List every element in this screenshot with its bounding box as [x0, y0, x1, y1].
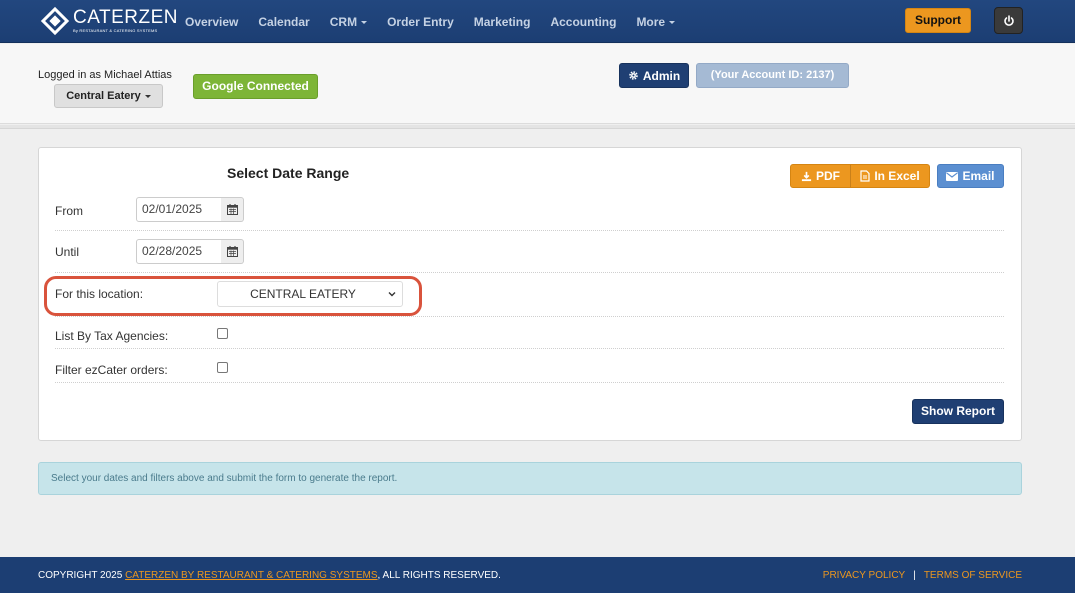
admin-button[interactable]: Admin — [619, 63, 689, 88]
location-switcher-dropdown[interactable]: Central Eatery — [54, 84, 163, 108]
chevron-down-icon — [388, 292, 396, 297]
top-navbar: CATERZEN By RESTAURANT & CATERING SYSTEM… — [0, 0, 1075, 43]
ezcater-filter-label: Filter ezCater orders: — [55, 363, 168, 377]
account-id-badge: (Your Account ID: 2137) — [696, 63, 849, 88]
footer: COPYRIGHT 2025 CATERZEN BY RESTAURANT & … — [0, 557, 1075, 593]
caret-down-icon — [669, 20, 676, 24]
main-nav: Overview Calendar CRM Order Entry Market… — [175, 0, 685, 43]
nav-crm[interactable]: CRM — [330, 15, 368, 29]
nav-overview[interactable]: Overview — [185, 15, 238, 29]
tax-agencies-checkbox[interactable] — [217, 328, 228, 339]
terms-of-service-link[interactable]: TERMS OF SERVICE — [924, 570, 1022, 581]
panel-title: Select Date Range — [227, 165, 350, 181]
caret-down-icon — [361, 20, 368, 24]
tax-agencies-label: List By Tax Agencies: — [55, 329, 169, 343]
privacy-policy-link[interactable]: PRIVACY POLICY — [823, 570, 905, 581]
row-divider — [55, 348, 1004, 349]
nav-calendar[interactable]: Calendar — [258, 15, 309, 29]
download-icon — [801, 171, 812, 181]
calendar-icon — [226, 204, 238, 215]
until-date-input[interactable]: 02/28/2025 — [136, 239, 222, 264]
row-divider — [55, 316, 1004, 317]
from-date-input[interactable]: 02/01/2025 — [136, 197, 222, 222]
caret-down-icon — [144, 94, 151, 98]
support-button[interactable]: Support — [905, 8, 971, 33]
row-divider — [55, 230, 1004, 231]
until-label: Until — [55, 245, 80, 259]
row-divider — [55, 382, 1004, 383]
brand-tagline: By RESTAURANT & CATERING SYSTEMS — [73, 28, 158, 33]
location-label: For this location: — [55, 287, 144, 301]
until-calendar-button[interactable] — [221, 239, 244, 264]
file-icon — [860, 170, 870, 182]
envelope-icon — [946, 171, 959, 181]
show-report-button[interactable]: Show Report — [912, 399, 1004, 424]
email-report-button[interactable]: Email — [937, 164, 1004, 188]
footer-company-link[interactable]: CATERZEN BY RESTAURANT & CATERING SYSTEM… — [125, 570, 377, 581]
nav-marketing[interactable]: Marketing — [474, 15, 531, 29]
location-select[interactable]: CENTRAL EATERY — [217, 281, 403, 307]
row-divider — [55, 272, 1004, 273]
logged-in-text: Logged in as Michael Attias — [38, 69, 172, 81]
excel-export-button[interactable]: In Excel — [850, 164, 930, 188]
from-calendar-button[interactable] — [221, 197, 244, 222]
ezcater-filter-checkbox[interactable] — [217, 362, 228, 373]
gear-icon — [629, 71, 638, 80]
caterzen-logo-icon — [40, 6, 70, 36]
nav-accounting[interactable]: Accounting — [550, 15, 616, 29]
nav-more[interactable]: More — [636, 15, 676, 29]
caterzen-logo[interactable]: CATERZEN By RESTAURANT & CATERING SYSTEM… — [40, 6, 178, 36]
power-icon — [1003, 14, 1014, 26]
nav-order-entry[interactable]: Order Entry — [387, 15, 454, 29]
footer-copyright: COPYRIGHT 2025 CATERZEN BY RESTAURANT & … — [38, 570, 501, 581]
info-alert: Select your dates and filters above and … — [38, 462, 1022, 495]
header-divider — [0, 125, 1075, 129]
pdf-export-button[interactable]: PDF — [790, 164, 851, 188]
location-select-value: CENTRAL EATERY — [250, 287, 356, 301]
brand-name: CATERZEN — [73, 7, 178, 28]
calendar-icon — [226, 246, 238, 257]
google-connected-button[interactable]: Google Connected — [193, 74, 318, 99]
footer-separator: | — [913, 570, 916, 581]
logout-button[interactable] — [994, 7, 1023, 34]
from-label: From — [55, 204, 83, 218]
footer-links: PRIVACY POLICY | TERMS OF SERVICE — [823, 570, 1022, 581]
